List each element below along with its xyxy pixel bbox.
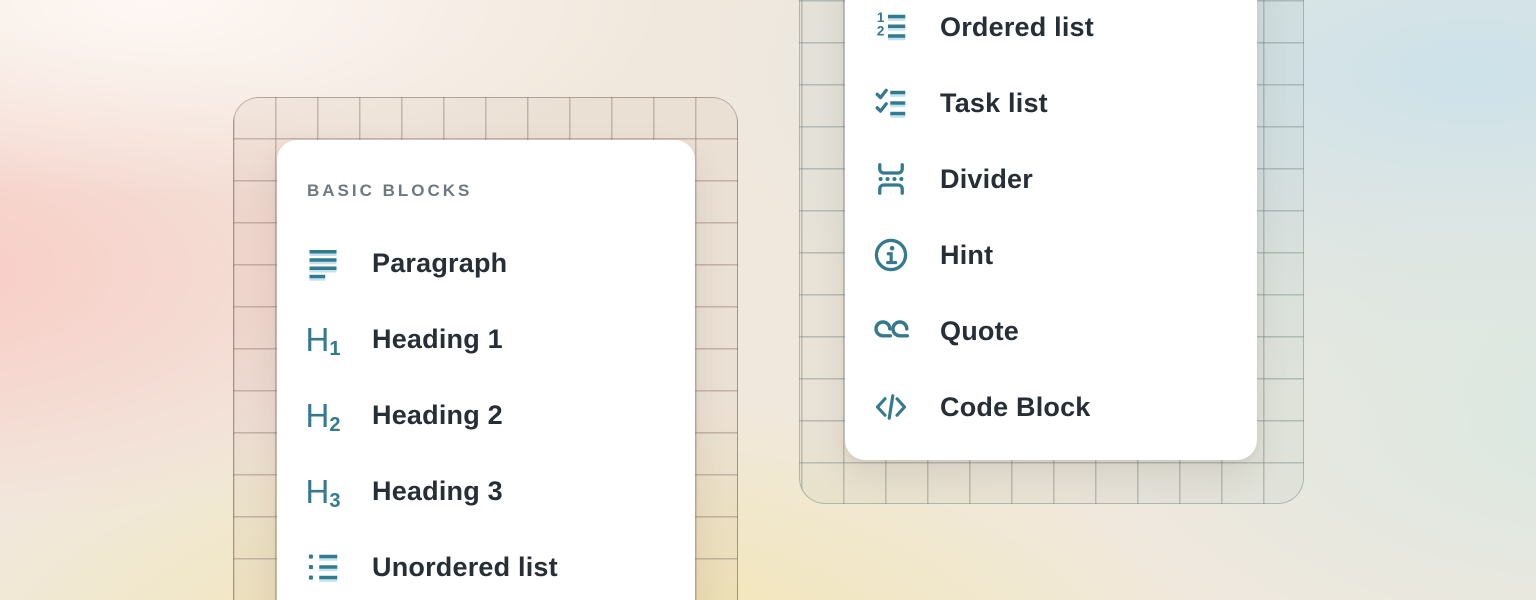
- unordered-list-icon: [303, 547, 343, 587]
- menu-item-unordered-list[interactable]: Unordered list: [277, 529, 695, 600]
- paragraph-icon: [303, 243, 343, 283]
- basic-blocks-menu: BASIC BLOCKS Paragraph: [277, 140, 695, 600]
- block-palette-illustration: BASIC BLOCKS Paragraph: [0, 0, 1536, 600]
- menu-item-label: Heading 1: [372, 324, 503, 355]
- menu-item-code-block[interactable]: Code Block: [845, 369, 1257, 445]
- menu-item-paragraph[interactable]: Paragraph: [277, 225, 695, 301]
- ordered-list-icon: 1 2: [871, 7, 911, 47]
- menu-item-hint[interactable]: Hint: [845, 217, 1257, 293]
- menu-item-label: Task list: [940, 88, 1048, 119]
- menu-item-label: Unordered list: [372, 552, 558, 583]
- menu-item-label: Divider: [940, 164, 1033, 195]
- menu-item-task-list[interactable]: Task list: [845, 65, 1257, 141]
- menu-item-label: Heading 3: [372, 476, 503, 507]
- menu-item-heading-3[interactable]: H3 Heading 3: [277, 453, 695, 529]
- menu-item-label: Paragraph: [372, 248, 507, 279]
- menu-item-ordered-list[interactable]: 1 2 Ordered list: [845, 0, 1257, 65]
- menu-item-label: Ordered list: [940, 12, 1094, 43]
- heading-2-icon: H2: [303, 395, 343, 435]
- hint-icon: [871, 235, 911, 275]
- menu-item-label: Hint: [940, 240, 993, 271]
- menu-item-label: Heading 2: [372, 400, 503, 431]
- quote-icon: [871, 311, 911, 351]
- svg-text:2: 2: [877, 23, 885, 38]
- menu-item-heading-2[interactable]: H2 Heading 2: [277, 377, 695, 453]
- menu-item-heading-1[interactable]: H1 Heading 1: [277, 301, 695, 377]
- menu-item-divider[interactable]: Divider: [845, 141, 1257, 217]
- task-list-icon: [871, 83, 911, 123]
- menu-item-label: Quote: [940, 316, 1019, 347]
- advanced-blocks-menu: 1 2 Ordered list: [845, 0, 1257, 460]
- heading-1-icon: H1: [303, 319, 343, 359]
- divider-icon: [871, 159, 911, 199]
- advanced-blocks-list: 1 2 Ordered list: [845, 0, 1257, 445]
- menu-item-label: Code Block: [940, 392, 1091, 423]
- menu-item-quote[interactable]: Quote: [845, 293, 1257, 369]
- code-block-icon: [871, 387, 911, 427]
- heading-3-icon: H3: [303, 471, 343, 511]
- basic-blocks-list: Paragraph H1 Heading 1 H2 Heading 2 H3 H…: [277, 225, 695, 600]
- section-label-basic-blocks: BASIC BLOCKS: [307, 180, 695, 202]
